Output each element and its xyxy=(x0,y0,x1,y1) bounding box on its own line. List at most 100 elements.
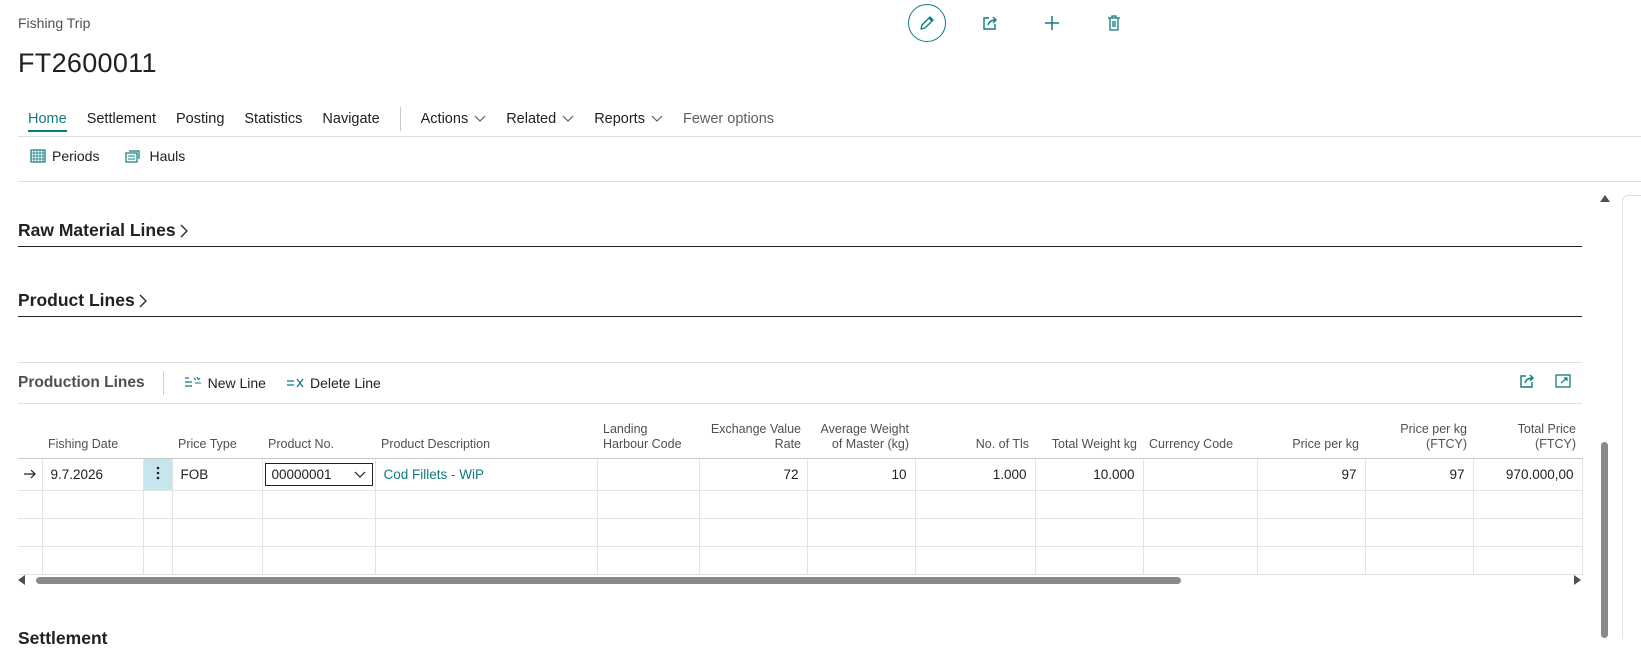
grid-cell[interactable] xyxy=(42,490,144,519)
grid-cell[interactable] xyxy=(18,518,43,547)
delete-button[interactable] xyxy=(1096,5,1132,41)
vertical-scroll-thumb[interactable] xyxy=(1601,442,1608,638)
grid-cell[interactable] xyxy=(172,518,263,547)
menu-related[interactable]: Related xyxy=(496,105,584,133)
col-currency-code[interactable]: Currency Code xyxy=(1143,410,1257,459)
grid-cell[interactable] xyxy=(1257,518,1366,547)
grid-cell[interactable] xyxy=(807,518,916,547)
col-price-per-kg-ftcy[interactable]: Price per kg (FTCY) xyxy=(1365,410,1473,459)
grid-cell[interactable] xyxy=(807,490,916,519)
table-row[interactable]: 9.7.2026 FOB 00000001 Cod Fillets - WiP … xyxy=(18,458,1583,491)
grid-cell[interactable] xyxy=(1473,518,1583,547)
cell-price-per-kg[interactable]: 97 xyxy=(1257,458,1366,491)
grid-cell[interactable] xyxy=(1035,546,1144,575)
grid-cell[interactable] xyxy=(262,546,376,575)
col-fishing-date[interactable]: Fishing Date xyxy=(42,410,143,459)
col-product-description[interactable]: Product Description xyxy=(375,410,597,459)
tab-settlement[interactable]: Settlement xyxy=(77,105,166,133)
section-product-lines[interactable]: Product Lines xyxy=(18,290,148,311)
delete-line-button[interactable]: Delete Line xyxy=(286,375,381,391)
table-row[interactable] xyxy=(18,546,1583,575)
tab-posting[interactable]: Posting xyxy=(166,105,234,133)
tab-navigate[interactable]: Navigate xyxy=(312,105,389,133)
cell-product-no[interactable]: 00000001 xyxy=(262,458,376,491)
cell-exchange-value-rate[interactable]: 72 xyxy=(699,458,808,491)
grid-cell[interactable] xyxy=(597,490,700,519)
scroll-left-icon[interactable] xyxy=(18,575,26,585)
grid-cell[interactable] xyxy=(1365,518,1474,547)
grid-cell[interactable] xyxy=(915,490,1036,519)
cell-price-per-kg-ftcy[interactable]: 97 xyxy=(1365,458,1474,491)
grid-cell[interactable] xyxy=(375,490,598,519)
col-average-weight[interactable]: Average Weight of Master (kg) xyxy=(807,410,915,459)
cell-currency-code[interactable] xyxy=(1143,458,1258,491)
cell-total-weight[interactable]: 10.000 xyxy=(1035,458,1144,491)
grid-cell[interactable] xyxy=(262,490,376,519)
grid-cell[interactable] xyxy=(597,518,700,547)
grid-cell[interactable] xyxy=(18,490,43,519)
section-raw-material-lines[interactable]: Raw Material Lines xyxy=(18,220,189,241)
col-no-of-tls[interactable]: No. of Tls xyxy=(915,410,1035,459)
col-total-weight[interactable]: Total Weight kg xyxy=(1035,410,1143,459)
grid-cell[interactable] xyxy=(172,546,263,575)
col-total-price-ftcy[interactable]: Total Price (FTCY) xyxy=(1473,410,1582,459)
periods-button[interactable]: Periods xyxy=(30,148,99,164)
fewer-options-button[interactable]: Fewer options xyxy=(673,105,784,133)
grid-cell[interactable] xyxy=(1365,546,1474,575)
hauls-button[interactable]: Hauls xyxy=(125,148,185,164)
section-settlement[interactable]: Settlement xyxy=(18,628,107,649)
grid-cell[interactable] xyxy=(1257,490,1366,519)
chevron-down-icon[interactable] xyxy=(354,471,366,479)
cell-price-type[interactable]: FOB xyxy=(172,458,263,491)
grid-cell[interactable] xyxy=(1257,546,1366,575)
scroll-up-icon[interactable] xyxy=(1600,195,1610,203)
scroll-right-icon[interactable] xyxy=(1574,575,1582,585)
table-row[interactable] xyxy=(18,490,1583,519)
edit-button[interactable] xyxy=(908,4,946,42)
grid-cell[interactable] xyxy=(807,546,916,575)
grid-cell[interactable] xyxy=(915,518,1036,547)
grid-cell[interactable] xyxy=(1143,490,1258,519)
table-row[interactable] xyxy=(18,518,1583,547)
grid-cell[interactable] xyxy=(1473,546,1583,575)
grid-cell[interactable] xyxy=(699,518,808,547)
tab-statistics[interactable]: Statistics xyxy=(234,105,312,133)
cell-product-description[interactable]: Cod Fillets - WiP xyxy=(375,458,598,491)
production-lines-title[interactable]: Production Lines xyxy=(18,371,164,395)
grid-cell[interactable] xyxy=(172,490,263,519)
share-button[interactable] xyxy=(972,5,1008,41)
grid-cell[interactable] xyxy=(1143,518,1258,547)
cell-total-price-ftcy[interactable]: 970.000,00 xyxy=(1473,458,1583,491)
grid-cell[interactable] xyxy=(143,546,173,575)
col-product-no[interactable]: Product No. xyxy=(262,410,375,459)
grid-cell[interactable] xyxy=(262,518,376,547)
menu-actions[interactable]: Actions xyxy=(411,105,497,133)
row-indicator[interactable] xyxy=(18,458,43,491)
col-exchange-value-rate[interactable]: Exchange Value Rate xyxy=(699,410,807,459)
grid-cell[interactable] xyxy=(1473,490,1583,519)
grid-cell[interactable] xyxy=(699,490,808,519)
cell-average-weight[interactable]: 10 xyxy=(807,458,916,491)
cell-no-of-tls[interactable]: 1.000 xyxy=(915,458,1036,491)
product-no-input[interactable]: 00000001 xyxy=(264,463,373,486)
grid-cell[interactable] xyxy=(42,546,144,575)
grid-cell[interactable] xyxy=(597,546,700,575)
col-landing-harbour-code[interactable]: Landing Harbour Code xyxy=(597,410,699,459)
tab-home[interactable]: Home xyxy=(18,105,77,133)
grid-cell[interactable] xyxy=(915,546,1036,575)
grid-cell[interactable] xyxy=(375,518,598,547)
new-button[interactable] xyxy=(1034,5,1070,41)
cell-fishing-date[interactable]: 9.7.2026 xyxy=(42,458,144,491)
grid-cell[interactable] xyxy=(143,518,173,547)
col-price-per-kg[interactable]: Price per kg xyxy=(1257,410,1365,459)
col-price-type[interactable]: Price Type xyxy=(172,410,262,459)
grid-cell[interactable] xyxy=(18,546,43,575)
grid-cell[interactable] xyxy=(42,518,144,547)
grid-cell[interactable] xyxy=(699,546,808,575)
grid-cell[interactable] xyxy=(1365,490,1474,519)
cell-landing-harbour-code[interactable] xyxy=(597,458,700,491)
grid-cell[interactable] xyxy=(143,490,173,519)
row-actions-button[interactable] xyxy=(143,458,173,491)
expand-icon[interactable] xyxy=(1554,372,1572,390)
new-line-button[interactable]: New Line xyxy=(184,375,266,391)
